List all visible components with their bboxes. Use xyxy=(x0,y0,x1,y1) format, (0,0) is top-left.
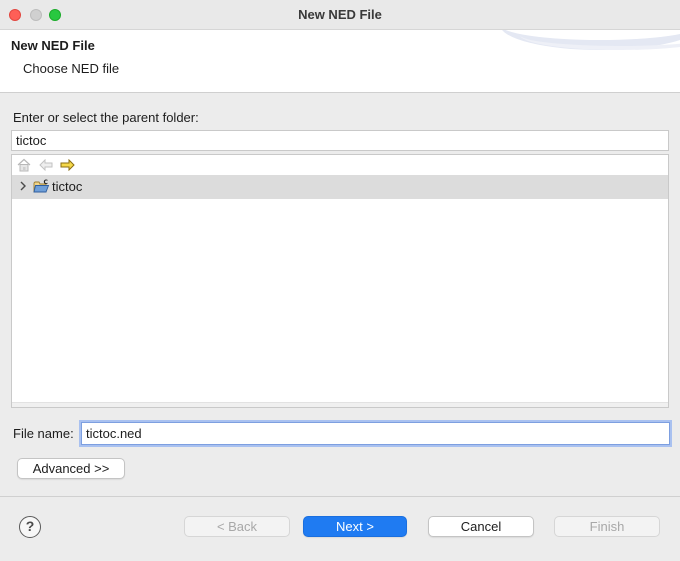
file-name-label: File name: xyxy=(13,426,74,441)
wizard-header: New NED File Choose NED file xyxy=(0,30,680,93)
footer-divider xyxy=(0,496,680,497)
wizard-description: Choose NED file xyxy=(23,61,120,76)
finish-button[interactable]: Finish xyxy=(554,516,660,537)
back-arrow-icon[interactable] xyxy=(38,157,54,173)
cancel-button[interactable]: Cancel xyxy=(428,516,534,537)
banner-decoration-secondary xyxy=(520,30,680,50)
window-title: New NED File xyxy=(298,7,382,22)
forward-arrow-icon[interactable] xyxy=(59,157,75,173)
horizontal-scrollbar[interactable] xyxy=(12,402,668,407)
wizard-title: New NED File xyxy=(11,38,95,53)
parent-folder-input[interactable] xyxy=(11,130,669,151)
parent-folder-label: Enter or select the parent folder: xyxy=(13,110,199,125)
file-name-input[interactable] xyxy=(81,422,670,445)
help-icon[interactable]: ? xyxy=(19,516,41,538)
tree-item-label: tictoc xyxy=(52,179,83,194)
home-icon[interactable] xyxy=(16,157,32,173)
tree-item-tictoc[interactable]: C tictoc xyxy=(12,175,668,199)
folder-tree: C tictoc xyxy=(11,154,669,408)
tree-toolbar xyxy=(12,155,668,175)
title-bar: New NED File xyxy=(0,0,680,30)
next-button[interactable]: Next > xyxy=(303,516,407,537)
back-button[interactable]: < Back xyxy=(184,516,290,537)
project-folder-icon: C xyxy=(33,179,50,194)
advanced-button[interactable]: Advanced >> xyxy=(17,458,125,479)
chevron-right-icon[interactable] xyxy=(17,180,29,192)
svg-text:C: C xyxy=(44,179,49,186)
